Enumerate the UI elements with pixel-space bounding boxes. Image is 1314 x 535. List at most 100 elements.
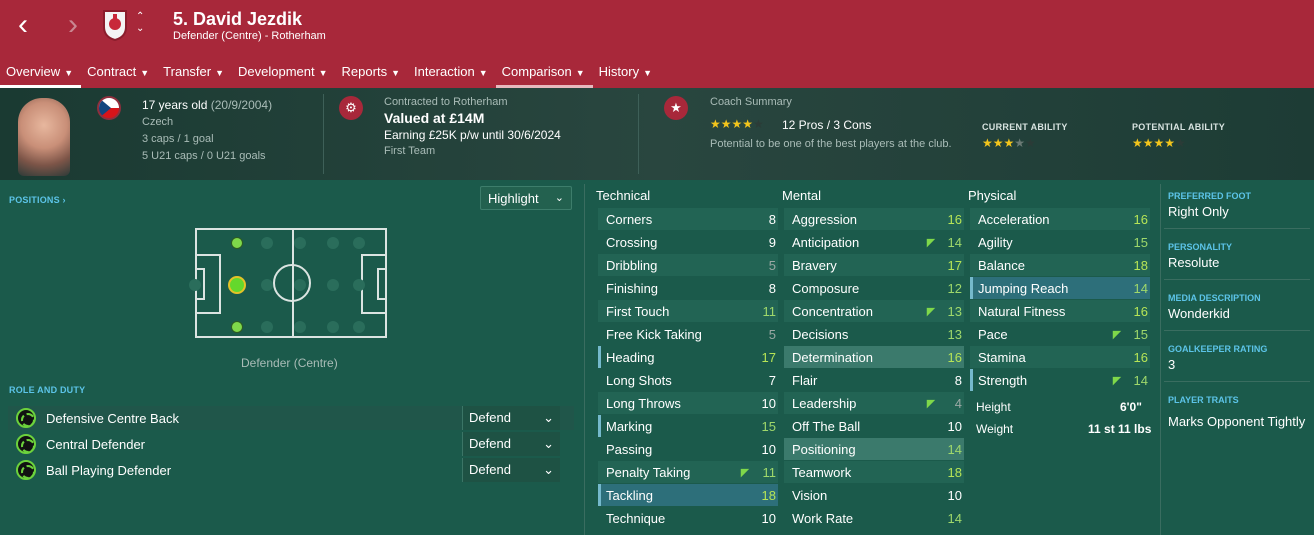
- attribute-value: 17: [947, 257, 962, 273]
- attribute-row[interactable]: Penalty Taking ◤ 11: [598, 461, 778, 483]
- position-dot: [327, 321, 339, 333]
- coach-summary-heading: Coach Summary: [710, 96, 792, 108]
- position-dot: [294, 279, 306, 291]
- trend-up-icon: ◤: [926, 397, 936, 410]
- duty-dropdown[interactable]: Defend ⌄: [462, 406, 560, 430]
- attribute-row[interactable]: Tackling 18: [598, 484, 778, 506]
- positions-link[interactable]: POSITIONS ›: [9, 195, 66, 205]
- attribute-row[interactable]: Balance 18: [970, 254, 1150, 276]
- physical-heading: Physical: [968, 188, 1017, 203]
- attribute-value: 8: [768, 211, 776, 227]
- role-row[interactable]: Central Defender Defend ⌄: [8, 432, 574, 456]
- attribute-row[interactable]: Decisions 13: [784, 323, 964, 345]
- tab-interaction[interactable]: Interaction ▼: [408, 58, 496, 88]
- caps: 3 caps / 1 goal: [142, 133, 214, 145]
- attribute-row[interactable]: Teamwork 18: [784, 461, 964, 483]
- tab-overview[interactable]: Overview ▼: [0, 58, 82, 88]
- chevron-down-icon: ▼: [318, 68, 328, 78]
- attribute-row[interactable]: Agility 15: [970, 231, 1150, 253]
- tab-comparison[interactable]: Comparison ▼: [495, 58, 593, 88]
- attribute-row[interactable]: Vision 10: [784, 484, 964, 506]
- divider: [638, 94, 639, 174]
- attribute-row[interactable]: Work Rate 14: [784, 507, 964, 529]
- attribute-name: Bravery: [792, 257, 837, 273]
- tab-development[interactable]: Development ▼: [232, 58, 336, 88]
- pros-cons: 12 Pros / 3 Cons: [782, 118, 872, 132]
- attribute-row[interactable]: Leadership ◤ 4: [784, 392, 964, 414]
- attribute-row[interactable]: Strength ◤ 14: [970, 369, 1150, 391]
- attribute-name: Tackling: [606, 487, 653, 503]
- attribute-row[interactable]: Heading 17: [598, 346, 778, 368]
- role-row[interactable]: Ball Playing Defender Defend ⌄: [8, 458, 574, 482]
- potential-ability-label: POTENTIAL ABILITY: [1132, 122, 1226, 132]
- attribute-row[interactable]: Jumping Reach 14: [970, 277, 1150, 299]
- attribute-row[interactable]: Technique 10: [598, 507, 778, 529]
- attribute-row[interactable]: Long Shots 7: [598, 369, 778, 391]
- attribute-row[interactable]: Long Throws 10: [598, 392, 778, 414]
- attribute-row[interactable]: Natural Fitness 16: [970, 300, 1150, 322]
- current-ability-label: CURRENT ABILITY: [982, 122, 1068, 132]
- trend-up-icon: ◤: [926, 236, 936, 249]
- attribute-value: 10: [761, 441, 776, 457]
- contract-earning: Earning £25K p/w until 30/6/2024: [384, 128, 561, 142]
- attribute-row[interactable]: Finishing 8: [598, 277, 778, 299]
- attribute-value: 14: [947, 510, 962, 526]
- attribute-row[interactable]: Corners 8: [598, 208, 778, 230]
- tab-label: Contract: [87, 64, 137, 79]
- attribute-row[interactable]: Aggression 16: [784, 208, 964, 230]
- tab-reports[interactable]: Reports ▼: [336, 58, 408, 88]
- tab-label: Transfer: [163, 64, 212, 79]
- role-icon: [16, 408, 36, 428]
- attribute-value: 7: [768, 372, 776, 388]
- attribute-name: Free Kick Taking: [606, 326, 702, 342]
- tab-contract[interactable]: Contract ▼: [81, 58, 157, 88]
- attribute-row[interactable]: Crossing 9: [598, 231, 778, 253]
- forward-button[interactable]: ›: [68, 10, 78, 40]
- attribute-row[interactable]: Stamina 16: [970, 346, 1150, 368]
- age-line: 17 years old (20/9/2004): [142, 98, 272, 112]
- duty-label: Defend: [469, 436, 511, 451]
- attribute-row[interactable]: First Touch 11: [598, 300, 778, 322]
- position-dot: [353, 279, 365, 291]
- highlight-dropdown[interactable]: Highlight ⌄: [480, 186, 572, 210]
- attribute-name: Long Throws: [606, 395, 681, 411]
- attribute-row[interactable]: Positioning 14: [784, 438, 964, 460]
- attribute-row[interactable]: Anticipation ◤ 14: [784, 231, 964, 253]
- attribute-value: 18: [761, 487, 776, 503]
- attribute-row[interactable]: Flair 8: [784, 369, 964, 391]
- attribute-row[interactable]: Pace ◤ 15: [970, 323, 1150, 345]
- personality-value: Resolute: [1168, 255, 1220, 270]
- attribute-row[interactable]: Acceleration 16: [970, 208, 1150, 230]
- attribute-value: 10: [761, 395, 776, 411]
- position-dot: [294, 321, 306, 333]
- attribute-value: 14: [1133, 372, 1148, 388]
- attribute-value: 8: [768, 280, 776, 296]
- attribute-value: 9: [768, 234, 776, 250]
- attribute-row[interactable]: Passing 10: [598, 438, 778, 460]
- attribute-row[interactable]: Determination 16: [784, 346, 964, 368]
- attribute-row[interactable]: Marking 15: [598, 415, 778, 437]
- tab-transfer[interactable]: Transfer ▼: [157, 58, 232, 88]
- position-pitch: [189, 228, 387, 338]
- position-dot: [353, 237, 365, 249]
- page-subtitle: Defender (Centre) - Rotherham: [173, 30, 326, 42]
- attribute-name: Dribbling: [606, 257, 658, 273]
- attribute-row[interactable]: Concentration ◤ 13: [784, 300, 964, 322]
- divider: [1160, 184, 1161, 535]
- player-switch-arrows[interactable]: ⌃ ⌄: [136, 11, 144, 35]
- attribute-row[interactable]: Off The Ball 10: [784, 415, 964, 437]
- attribute-name: Strength: [978, 372, 1028, 388]
- attribute-name: Agility: [978, 234, 1013, 250]
- duty-dropdown[interactable]: Defend ⌄: [462, 458, 560, 482]
- attribute-row[interactable]: Dribbling 5: [598, 254, 778, 276]
- duty-dropdown[interactable]: Defend ⌄: [462, 432, 560, 456]
- attribute-value: 8: [954, 372, 962, 388]
- role-row[interactable]: Defensive Centre Back Defend ⌄: [8, 406, 574, 430]
- attribute-row[interactable]: Free Kick Taking 5: [598, 323, 778, 345]
- attribute-name: Natural Fitness: [978, 303, 1066, 319]
- back-button[interactable]: ‹: [18, 10, 28, 40]
- attribute-row[interactable]: Bravery 17: [784, 254, 964, 276]
- tab-history[interactable]: History ▼: [593, 58, 660, 88]
- attribute-value: 13: [947, 326, 962, 342]
- attribute-row[interactable]: Composure 12: [784, 277, 964, 299]
